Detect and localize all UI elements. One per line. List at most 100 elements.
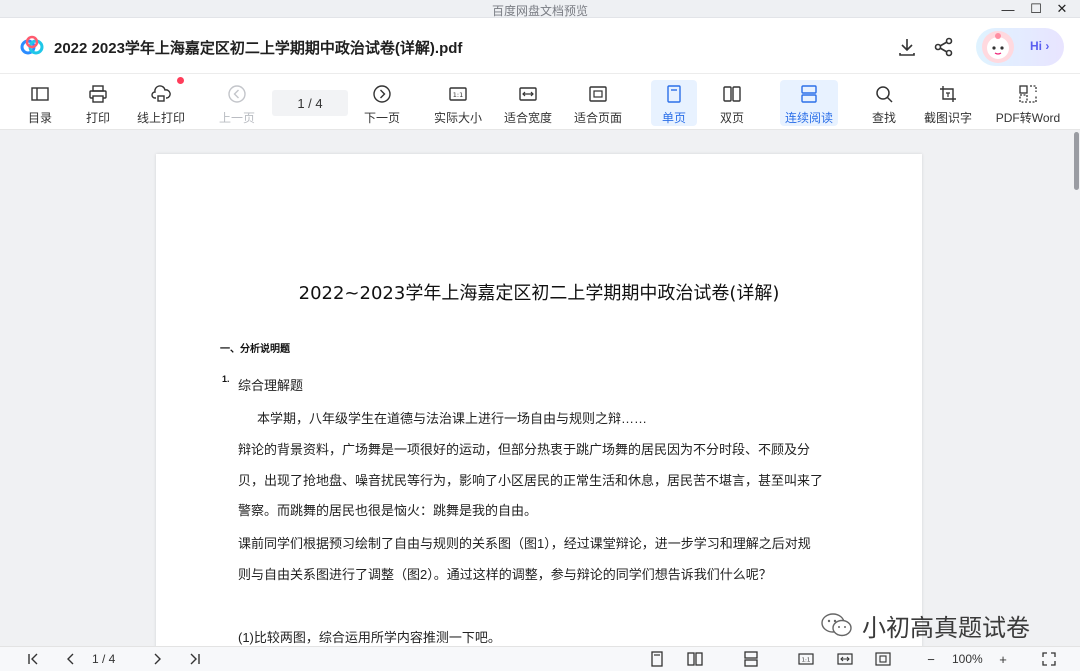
question-title: 综合理解题 [238, 378, 304, 393]
single-page-icon [651, 651, 663, 667]
last-page-icon [190, 653, 200, 665]
online-print-button[interactable]: 线上打印 [136, 80, 186, 126]
ocr-label: 截图识字 [923, 111, 972, 125]
assistant-label: Hi › [1030, 39, 1050, 53]
close-window-button[interactable]: ✕ [1048, 0, 1076, 18]
document-viewport[interactable]: 2022~2023学年上海嘉定区初二上学期期中政治试卷(详解) 一、分析说明题 … [0, 130, 1080, 646]
first-page-icon [28, 653, 38, 665]
fit-width-button[interactable]: 适合宽度 [502, 80, 554, 126]
os-title-bar: 百度网盘文档预览 — ☐ ✕ [0, 0, 1080, 18]
paragraph-line: (1)比较两图，综合运用所学内容推测一下吧。 [238, 630, 501, 645]
notification-dot [177, 77, 184, 84]
pdf-to-word-label: PDF转Word [995, 111, 1061, 125]
next-page-button[interactable]: 下一页 [361, 80, 403, 126]
zoom-level[interactable]: 100% [952, 652, 983, 666]
chevron-left-circle-icon [228, 85, 246, 103]
chevron-right-circle-icon [373, 85, 391, 103]
double-page-label: 双页 [719, 111, 744, 125]
print-label: 打印 [85, 111, 110, 125]
svg-text:1:1: 1:1 [802, 658, 811, 664]
convert-icon [1019, 85, 1037, 103]
paragraph-line: 警察。而跳舞的居民也很是恼火：跳舞是我的自由。 [238, 503, 538, 518]
actual-size-button[interactable]: 1:1 实际大小 [432, 80, 484, 126]
prev-page-label: 上一页 [218, 111, 255, 125]
wechat-icon [821, 613, 852, 637]
search-icon [876, 86, 893, 103]
chevron-left-icon [67, 653, 74, 665]
share-icon[interactable] [933, 36, 955, 58]
last-page-button[interactable] [186, 650, 204, 668]
continuous-scroll-icon [744, 651, 758, 667]
ocr-button[interactable]: 截图识字 [922, 80, 974, 126]
next-page-small-button[interactable] [148, 650, 166, 668]
fit-width-icon [837, 653, 853, 665]
zoom-in-button[interactable]: + [994, 650, 1012, 668]
baidu-netdisk-logo-icon [20, 35, 44, 55]
bottom-page-indicator: 1 / 4 [92, 652, 116, 666]
continuous-small-button[interactable] [742, 650, 760, 668]
double-page-small-button[interactable] [686, 650, 704, 668]
single-page-label: 单页 [661, 111, 686, 125]
svg-text:1:1: 1:1 [453, 91, 463, 99]
window-title: 百度网盘文档预览 [491, 4, 588, 18]
actual-size-label: 实际大小 [433, 111, 482, 125]
next-page-label: 下一页 [363, 111, 400, 125]
paragraph-line: 辩论的背景资料，广场舞是一项很好的运动，但部分热衷于跳广场舞的居民因为不分时段、… [238, 442, 811, 457]
double-page-button[interactable]: 双页 [711, 80, 753, 126]
prev-page-small-button[interactable] [62, 650, 80, 668]
paragraph-line: 则与自由关系图进行了调整（图2）。通过这样的调整，参与辩论的同学们想告诉我们什么… [238, 567, 772, 582]
app-header: 2022 2023学年上海嘉定区初二上学期期中政治试卷(详解).pdf Hi › [0, 18, 1080, 74]
crop-ocr-icon [940, 86, 956, 102]
page-number-input[interactable]: 1 / 4 [272, 90, 348, 116]
document-title: 2022 2023学年上海嘉定区初二上学期期中政治试卷(详解).pdf [54, 40, 463, 57]
fit-page-small-button[interactable] [874, 650, 892, 668]
maximize-button[interactable]: ☐ [1022, 0, 1050, 18]
ai-assistant-button[interactable]: Hi › [976, 28, 1064, 66]
actual-size-small-button[interactable]: 1:1 [796, 650, 816, 668]
print-button[interactable]: 打印 [80, 80, 116, 126]
watermark-text: 小初高真题试卷 [862, 614, 1030, 642]
continuous-read-button[interactable]: 连续阅读 [780, 80, 838, 126]
section-heading: 一、分析说明题 [220, 344, 290, 355]
assistant-avatar [982, 31, 1014, 63]
double-page-icon [723, 86, 741, 102]
paragraph-line: 课前同学们根据预习绘制了自由与规则的关系图（图1），经过课堂辩论，进一步学习和理… [238, 536, 811, 551]
printer-icon [89, 85, 107, 103]
minimize-button[interactable]: — [994, 0, 1022, 18]
pdf-to-word-button[interactable]: PDF转Word [992, 80, 1064, 126]
first-page-button[interactable] [24, 650, 42, 668]
fit-width-small-button[interactable] [836, 650, 854, 668]
toolbar: 目录 打印 线上打印 上一页 1 / 4 下一页 1:1 实际大小 适合宽度 适… [0, 74, 1080, 130]
pdf-page: 2022~2023学年上海嘉定区初二上学期期中政治试卷(详解) 一、分析说明题 … [156, 154, 922, 646]
fit-page-label: 适合页面 [573, 111, 622, 125]
toc-button[interactable]: 目录 [22, 80, 58, 126]
prev-page-button[interactable]: 上一页 [216, 80, 258, 126]
find-button[interactable]: 查找 [866, 80, 902, 126]
scrollbar-thumb[interactable] [1074, 132, 1079, 190]
bottom-bar: 1 / 4 1:1 − 100% + [0, 646, 1080, 671]
cloud-print-icon [151, 85, 171, 102]
fullscreen-button[interactable] [1040, 650, 1058, 668]
online-print-label: 线上打印 [136, 111, 185, 125]
double-page-icon [687, 652, 703, 666]
paragraph-line: 贝，出现了抢地盘、噪音扰民等行为，影响了小区居民的正常生活和休息，居民苦不堪言，… [238, 473, 824, 488]
actual-size-icon: 1:1 [449, 87, 467, 101]
continuous-scroll-icon [801, 85, 817, 103]
exam-title: 2022~2023学年上海嘉定区初二上学期期中政治试卷(详解) [298, 283, 780, 304]
fit-width-icon [519, 87, 537, 101]
vertical-scrollbar[interactable] [1072, 130, 1080, 646]
continuous-read-label: 连续阅读 [784, 111, 833, 125]
fullscreen-icon [1042, 652, 1056, 666]
fit-page-button[interactable]: 适合页面 [572, 80, 624, 126]
question-number: 1. [222, 374, 230, 384]
zoom-out-button[interactable]: − [922, 650, 940, 668]
single-page-icon [667, 85, 681, 103]
download-icon[interactable] [896, 36, 918, 58]
fit-page-icon [875, 652, 891, 666]
paragraph-line: 本学期，八年级学生在道德与法治课上进行一场自由与规则之辩…… [257, 411, 648, 426]
chevron-right-icon [154, 653, 161, 665]
toc-icon [31, 87, 49, 101]
fit-width-label: 适合宽度 [503, 111, 552, 125]
single-page-small-button[interactable] [648, 650, 666, 668]
single-page-button[interactable]: 单页 [651, 80, 697, 126]
